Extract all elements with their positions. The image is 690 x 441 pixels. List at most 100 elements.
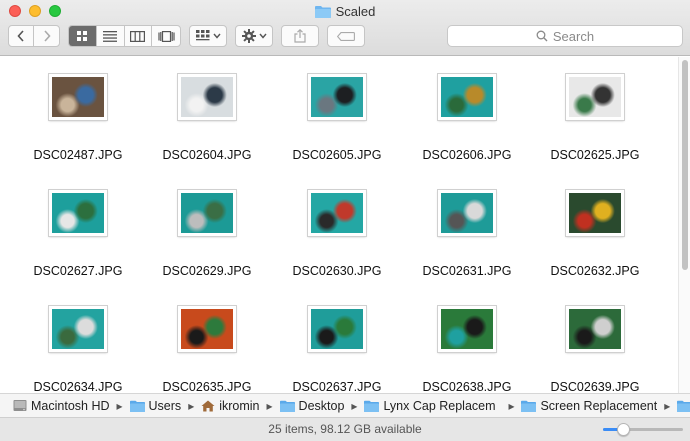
- file-thumbnail[interactable]: [178, 190, 236, 236]
- scrollbar-thumb[interactable]: [682, 60, 688, 270]
- file-thumbnail[interactable]: [308, 74, 366, 120]
- window-title: Scaled: [0, 3, 690, 21]
- file-name: DSC02629.JPG: [162, 264, 252, 278]
- folder-icon: [279, 400, 295, 412]
- file-thumbnail[interactable]: [178, 74, 236, 120]
- path-item[interactable]: Macintosh HD: [13, 399, 110, 413]
- gear-icon: [241, 29, 256, 43]
- icon-view-button[interactable]: [69, 26, 97, 46]
- file-item[interactable]: DSC02639.JPG: [540, 302, 650, 393]
- share-button[interactable]: [281, 25, 319, 47]
- file-item[interactable]: DSC02627.JPG: [23, 186, 133, 286]
- folder-icon: [677, 400, 690, 412]
- file-name: DSC02634.JPG: [33, 380, 123, 393]
- chevron-left-icon: [17, 30, 24, 42]
- file-name: DSC02627.JPG: [33, 264, 123, 278]
- path-bar: Macintosh HD ▸ Users ▸ ikromin ▸ Desktop ▸ Lynx …: [0, 393, 690, 417]
- file-thumbnail[interactable]: [566, 190, 624, 236]
- path-item-label: Macintosh HD: [31, 398, 110, 413]
- hard-drive-icon: [13, 399, 27, 412]
- file-name: DSC02639.JPG: [550, 380, 640, 393]
- file-name: DSC02625.JPG: [550, 148, 640, 162]
- file-name: DSC02605.JPG: [292, 148, 382, 162]
- action-button[interactable]: [235, 25, 273, 47]
- column-view-button[interactable]: [125, 26, 153, 46]
- arrange-button[interactable]: [189, 25, 227, 47]
- tag-button[interactable]: [327, 25, 365, 47]
- chevron-down-icon: [212, 33, 221, 39]
- file-name: DSC02487.JPG: [33, 148, 123, 162]
- file-name: DSC02638.JPG: [422, 380, 512, 393]
- file-thumbnail[interactable]: [566, 306, 624, 352]
- file-item[interactable]: DSC02637.JPG: [282, 302, 392, 393]
- folder-icon: [129, 400, 145, 412]
- file-thumbnail[interactable]: [566, 74, 624, 120]
- path-item[interactable]: Users: [129, 398, 182, 413]
- path-separator: ▸: [508, 398, 515, 413]
- file-name: DSC02632.JPG: [550, 264, 640, 278]
- cover-flow-icon: [158, 30, 175, 42]
- file-thumbnail[interactable]: [438, 306, 496, 352]
- file-item[interactable]: DSC02632.JPG: [540, 186, 650, 286]
- toolbar: Scaled Search: [0, 0, 690, 56]
- file-name: DSC02635.JPG: [162, 380, 252, 393]
- file-item[interactable]: DSC02604.JPG: [152, 70, 262, 170]
- file-item[interactable]: DSC02638.JPG: [412, 302, 522, 393]
- file-thumbnail[interactable]: [178, 306, 236, 352]
- column-view-icon: [130, 30, 146, 42]
- cover-flow-button[interactable]: [152, 26, 180, 46]
- path-separator: ▸: [188, 398, 195, 413]
- folder-icon: [521, 400, 537, 412]
- file-name: DSC02604.JPG: [162, 148, 252, 162]
- file-item[interactable]: DSC02487.JPG: [23, 70, 133, 170]
- home-icon: [201, 400, 215, 412]
- path-item[interactable]: Desktop: [279, 398, 345, 413]
- file-thumbnail[interactable]: [438, 74, 496, 120]
- path-separator: ▸: [266, 398, 273, 413]
- file-item[interactable]: DSC02605.JPG: [282, 70, 392, 170]
- arrange-grid-icon: [195, 30, 209, 41]
- file-item[interactable]: DSC02630.JPG: [282, 186, 392, 286]
- file-item[interactable]: DSC02631.JPG: [412, 186, 522, 286]
- path-item[interactable]: ikromin: [201, 399, 260, 413]
- vertical-scrollbar[interactable]: [678, 57, 690, 393]
- forward-button[interactable]: [34, 26, 59, 46]
- path-item-label: Users: [148, 398, 182, 413]
- icon-view-icon: [77, 31, 88, 41]
- file-item[interactable]: DSC02635.JPG: [152, 302, 262, 393]
- file-name: DSC02637.JPG: [292, 380, 382, 393]
- path-separator: ▸: [351, 398, 358, 413]
- path-item[interactable]: Lynx Cap Replacem: [364, 399, 501, 413]
- path-item-label: Screen Replacement: [540, 398, 658, 413]
- file-item[interactable]: DSC02606.JPG: [412, 70, 522, 170]
- chevron-right-icon: [43, 30, 51, 42]
- path-separator: ▸: [116, 398, 123, 413]
- path-item[interactable]: Screen Replacement: [521, 399, 657, 413]
- folder-icon: [314, 5, 331, 23]
- file-thumbnail[interactable]: [308, 306, 366, 352]
- file-grid: DSC02487.JPG DSC02604.JPG DSC02605.JPG DSC0…: [0, 57, 678, 393]
- back-button[interactable]: [9, 26, 34, 46]
- path-separator: ▸: [664, 398, 671, 413]
- icon-size-slider[interactable]: [603, 428, 683, 431]
- navigation-buttons: [8, 25, 60, 47]
- icon-size-slider-knob[interactable]: [617, 423, 630, 436]
- chevron-down-icon: [258, 33, 267, 39]
- file-thumbnail[interactable]: [49, 306, 107, 352]
- finder-window: Scaled Search DSC02487.JPG DSC02604.JPG …: [0, 0, 690, 441]
- path-item[interactable]: Scaled: [677, 399, 690, 413]
- file-item[interactable]: DSC02634.JPG: [23, 302, 133, 393]
- file-thumbnail[interactable]: [49, 74, 107, 120]
- file-item[interactable]: DSC02625.JPG: [540, 70, 650, 170]
- search-field[interactable]: Search: [447, 25, 683, 47]
- list-view-button[interactable]: [97, 26, 125, 46]
- file-name: DSC02630.JPG: [292, 264, 382, 278]
- file-thumbnail[interactable]: [49, 190, 107, 236]
- file-item[interactable]: DSC02629.JPG: [152, 186, 262, 286]
- status-text: 25 items, 98.12 GB available: [268, 422, 422, 436]
- search-icon: [536, 30, 548, 42]
- file-thumbnail[interactable]: [438, 190, 496, 236]
- file-thumbnail[interactable]: [308, 190, 366, 236]
- path-item-label: Desktop: [298, 398, 345, 413]
- view-mode-selector: [68, 25, 181, 47]
